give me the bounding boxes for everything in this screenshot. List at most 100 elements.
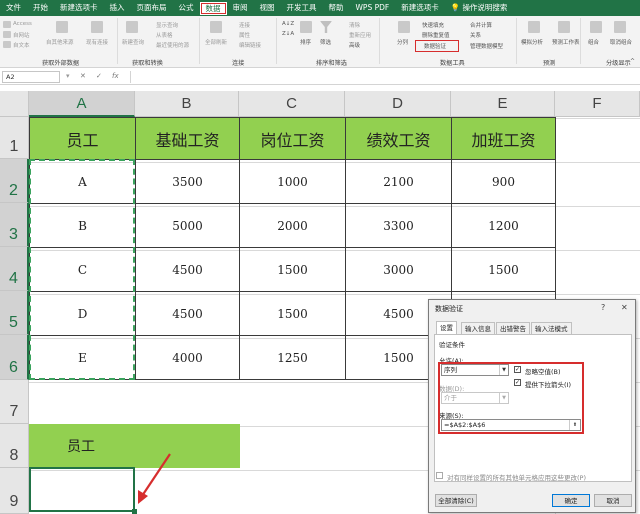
- ribbon-from-web[interactable]: 自网站: [13, 31, 30, 39]
- column-header-b[interactable]: B: [135, 91, 239, 117]
- table-cell[interactable]: 1200: [451, 203, 556, 248]
- ribbon-refresh-all[interactable]: 全部刷新: [205, 38, 227, 46]
- ribbon-remove-duplicates[interactable]: 删除重复值: [422, 31, 450, 39]
- cancel-icon[interactable]: ✕: [80, 72, 86, 80]
- name-box[interactable]: A2: [2, 71, 60, 83]
- menu-review[interactable]: 审阅: [227, 0, 254, 16]
- enter-icon[interactable]: ✓: [96, 72, 102, 80]
- active-cell-a9[interactable]: [29, 467, 135, 512]
- ribbon-clear[interactable]: 清除: [349, 21, 360, 29]
- ok-button[interactable]: 确定: [552, 494, 590, 507]
- sort-za-icon[interactable]: Z↓A: [282, 31, 294, 37]
- tab-input-message[interactable]: 输入信息: [461, 322, 495, 334]
- ribbon-text-to-columns[interactable]: 分列: [397, 38, 408, 46]
- table-cell[interactable]: 2000: [239, 203, 346, 248]
- table-cell[interactable]: 3000: [345, 247, 452, 292]
- tab-error-alert[interactable]: 出错警告: [496, 322, 530, 334]
- ribbon-properties[interactable]: 属性: [239, 31, 250, 39]
- table-cell[interactable]: 5000: [135, 203, 240, 248]
- row-header-7[interactable]: 7: [0, 380, 29, 424]
- ribbon-forecast-sheet[interactable]: 预测工作表: [552, 38, 580, 46]
- tell-me-search[interactable]: 💡 操作说明搜索: [445, 0, 514, 16]
- ribbon-flash-fill[interactable]: 快速填充: [422, 21, 444, 29]
- column-header-a[interactable]: A: [29, 91, 135, 117]
- table-cell[interactable]: 1500: [451, 247, 556, 292]
- row-header-3[interactable]: 3: [0, 203, 29, 247]
- table-header-base-salary[interactable]: 基础工资: [135, 117, 240, 160]
- formula-input[interactable]: [130, 71, 638, 83]
- table-cell[interactable]: 4500: [135, 247, 240, 292]
- row-header-9[interactable]: 9: [0, 468, 29, 514]
- table-header-performance-salary[interactable]: 绩效工资: [345, 117, 452, 160]
- ribbon-ungroup[interactable]: 取消组合: [610, 38, 632, 46]
- cancel-button[interactable]: 取消: [594, 494, 632, 507]
- table-cell[interactable]: 1500: [239, 291, 346, 336]
- ribbon-connections[interactable]: 连接: [239, 21, 250, 29]
- select-all-corner[interactable]: [0, 91, 29, 117]
- table-cell[interactable]: 3500: [135, 159, 240, 204]
- close-icon[interactable]: ✕: [621, 303, 628, 312]
- table-header-overtime-salary[interactable]: 加班工资: [451, 117, 556, 160]
- ribbon-filter[interactable]: 筛选: [320, 38, 331, 46]
- row-header-6[interactable]: 6: [0, 335, 29, 380]
- ribbon-consolidate[interactable]: 合并计算: [470, 21, 492, 29]
- ribbon-what-if[interactable]: 模拟分析: [521, 38, 543, 46]
- ribbon-from-table[interactable]: 从表格: [156, 31, 173, 39]
- menu-newtab-2[interactable]: 新建选项卡: [395, 0, 445, 16]
- menu-developer[interactable]: 开发工具: [281, 0, 323, 16]
- row-header-1[interactable]: 1: [0, 117, 29, 159]
- apply-all-checkbox[interactable]: [436, 472, 443, 479]
- ribbon-advanced[interactable]: 高级: [349, 41, 360, 49]
- ribbon-from-text[interactable]: 自文本: [13, 41, 30, 49]
- row-header-8[interactable]: 8: [0, 424, 29, 468]
- tab-settings[interactable]: 设置: [436, 321, 457, 335]
- column-header-c[interactable]: C: [239, 91, 345, 117]
- table-header-employee[interactable]: 员工: [29, 117, 136, 160]
- ribbon-group[interactable]: 组合: [588, 38, 599, 46]
- menu-help[interactable]: 帮助: [323, 0, 350, 16]
- table-cell[interactable]: 1500: [239, 247, 346, 292]
- column-header-d[interactable]: D: [345, 91, 451, 117]
- menu-wps-pdf[interactable]: WPS PDF: [350, 0, 396, 16]
- menu-newtab-1[interactable]: 新建选项卡: [54, 0, 104, 16]
- ribbon-new-query[interactable]: 新建查询: [122, 38, 144, 46]
- row-header-5[interactable]: 5: [0, 291, 29, 335]
- ribbon-recent-sources[interactable]: 最近使用的源: [156, 41, 189, 49]
- row-header-4[interactable]: 4: [0, 247, 29, 291]
- menu-page-layout[interactable]: 页面布局: [131, 0, 173, 16]
- table-cell[interactable]: 900: [451, 159, 556, 204]
- menu-home[interactable]: 开始: [27, 0, 54, 16]
- fill-handle[interactable]: [132, 509, 137, 514]
- table-cell[interactable]: 1250: [239, 335, 346, 380]
- ribbon-reapply[interactable]: 重新应用: [349, 31, 371, 39]
- menu-view[interactable]: 视图: [254, 0, 281, 16]
- table-cell[interactable]: 2100: [345, 159, 452, 204]
- ribbon-edit-links[interactable]: 编辑链接: [239, 41, 261, 49]
- table-cell[interactable]: 4500: [135, 291, 240, 336]
- table-cell[interactable]: 1000: [239, 159, 346, 204]
- ribbon-access[interactable]: Access: [13, 21, 32, 27]
- sort-az-icon[interactable]: A↓Z: [282, 21, 294, 27]
- menu-insert[interactable]: 插入: [104, 0, 131, 16]
- menu-file[interactable]: 文件: [0, 0, 27, 16]
- ribbon-existing-connections[interactable]: 现有连接: [86, 38, 108, 46]
- table-cell[interactable]: 3300: [345, 203, 452, 248]
- clear-all-button[interactable]: 全部清除(C): [435, 494, 477, 507]
- insert-function-icon[interactable]: fx: [112, 72, 119, 80]
- table-cell[interactable]: 4000: [135, 335, 240, 380]
- table-header-post-salary[interactable]: 岗位工资: [239, 117, 346, 160]
- ribbon-other-sources[interactable]: 自其他来源: [46, 38, 74, 46]
- ribbon-data-validation[interactable]: 数据验证: [424, 42, 446, 50]
- menu-data[interactable]: 数据: [199, 1, 227, 15]
- ribbon-relationships[interactable]: 关系: [470, 31, 481, 39]
- help-icon[interactable]: ?: [601, 303, 605, 312]
- ribbon-show-queries[interactable]: 显示查询: [156, 21, 178, 29]
- ribbon-sort[interactable]: 排序: [300, 38, 311, 46]
- row-header-2[interactable]: 2: [0, 159, 29, 203]
- column-header-e[interactable]: E: [451, 91, 555, 117]
- ribbon-collapse-icon[interactable]: ^: [630, 58, 635, 65]
- namebox-dropdown-icon[interactable]: ▾: [66, 72, 70, 80]
- tab-ime-mode[interactable]: 输入法模式: [531, 322, 572, 334]
- ribbon-manage-data-model[interactable]: 管理数据模型: [470, 42, 503, 50]
- column-header-f[interactable]: F: [555, 91, 640, 117]
